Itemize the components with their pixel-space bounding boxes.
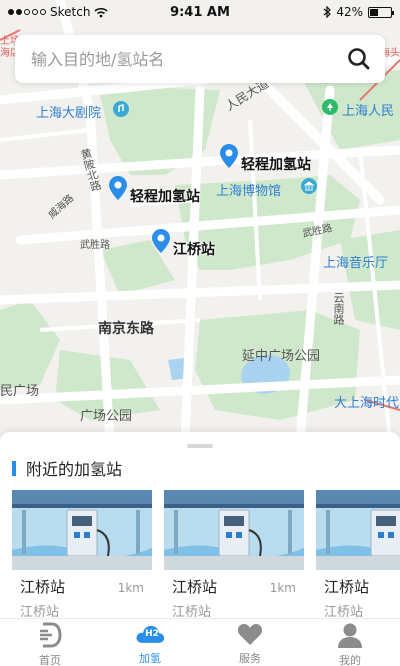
map-pin-icon bbox=[220, 144, 238, 168]
home-logo-icon bbox=[35, 622, 65, 648]
tab-bar: 首页 H2 加氢 服务 我的 bbox=[0, 618, 400, 666]
station-card[interactable]: 江桥站 1km 江桥站 bbox=[164, 490, 304, 618]
map-label-min-square: 民广场 bbox=[0, 384, 40, 399]
battery-icon bbox=[368, 6, 394, 18]
station-pin-label: 江桥站 bbox=[173, 242, 215, 258]
station-name: 江桥站 bbox=[172, 578, 218, 596]
station-photo bbox=[164, 490, 304, 570]
theatre-icon bbox=[113, 101, 129, 117]
station-card[interactable]: 江桥站 江桥站 bbox=[316, 490, 400, 618]
card-meta: 江桥站 1km bbox=[12, 570, 152, 597]
status-right: 42% bbox=[252, 5, 394, 19]
station-card[interactable]: 江桥站 1km 江桥站 bbox=[12, 490, 152, 618]
map-label-square-park: 广场公园 bbox=[80, 409, 133, 424]
station-name: 江桥站 bbox=[324, 578, 370, 596]
tab-label: 服务 bbox=[239, 652, 261, 665]
map-label-shanghai-museum: 上海博物馆 bbox=[216, 184, 282, 199]
search-bar[interactable] bbox=[15, 35, 385, 83]
title-accent-bar bbox=[12, 460, 16, 476]
status-left: Sketch bbox=[8, 5, 148, 19]
tab-service[interactable]: 服务 bbox=[200, 619, 300, 666]
station-pin-a[interactable]: 轻程加氢站 bbox=[220, 140, 311, 174]
carrier-name: Sketch bbox=[50, 5, 91, 19]
h2-cloud-icon: H2 bbox=[135, 622, 165, 646]
tab-label: 我的 bbox=[339, 654, 361, 666]
station-name: 江桥站 bbox=[20, 578, 66, 596]
h2-badge-text: H2 bbox=[145, 629, 159, 639]
station-address: 江桥站 bbox=[324, 605, 364, 618]
museum-icon bbox=[301, 178, 317, 194]
search-icon bbox=[348, 48, 370, 70]
user-icon bbox=[335, 622, 365, 648]
sheet-title: 附近的加氢站 bbox=[26, 460, 123, 479]
map-label-yanzhong-park: 延中广场公园 bbox=[242, 349, 321, 364]
map-label-shanghai-times: 大上海时代 bbox=[334, 396, 400, 411]
card-meta: 江桥站 bbox=[316, 570, 400, 597]
station-photo bbox=[12, 490, 152, 570]
tab-home[interactable]: 首页 bbox=[0, 619, 100, 666]
bluetooth-icon bbox=[323, 6, 332, 18]
station-card-list[interactable]: 江桥站 1km 江桥站 江桥站 1km 江桥站 江桥站 江桥站 bbox=[12, 490, 400, 618]
park-icon bbox=[322, 99, 338, 115]
map-label-shanghai-grand-theatre: 上海大剧院 bbox=[36, 106, 102, 121]
station-distance: 1km bbox=[269, 581, 296, 595]
station-address: 江桥站 bbox=[20, 605, 60, 618]
map-label-yunnan-road: 云南路 bbox=[332, 292, 345, 325]
map-label-shanghai-peoples: 上海人民 bbox=[342, 104, 395, 119]
map-pin-icon bbox=[152, 229, 170, 253]
map-label-nanjing-east-road: 南京东路 bbox=[98, 321, 154, 337]
station-pin-b[interactable]: 轻程加氢站 bbox=[109, 172, 200, 206]
heart-icon bbox=[235, 622, 265, 646]
battery-percent: 42% bbox=[336, 5, 363, 19]
tab-label: 加氢 bbox=[139, 652, 161, 665]
station-pin-label: 轻程加氢站 bbox=[130, 189, 200, 205]
search-button[interactable] bbox=[345, 45, 373, 73]
search-input[interactable] bbox=[31, 49, 345, 69]
card-meta: 江桥站 1km bbox=[164, 570, 304, 597]
wifi-icon bbox=[94, 7, 109, 17]
station-address: 江桥站 bbox=[172, 605, 212, 618]
map-pin-icon bbox=[109, 176, 127, 200]
station-distance: 1km bbox=[117, 581, 144, 595]
tab-label: 首页 bbox=[39, 654, 61, 666]
tab-profile[interactable]: 我的 bbox=[300, 619, 400, 666]
map-label-shanghai-concert-hall: 上海音乐厅 bbox=[323, 256, 389, 271]
battery-fill bbox=[370, 8, 379, 16]
nearby-stations-sheet[interactable]: 附近的加氢站 江桥站 1km 江桥站 江桥站 1km 江桥站 江桥站 江桥站 bbox=[0, 432, 400, 618]
sheet-drag-handle[interactable] bbox=[187, 444, 213, 448]
map-label-wusheng-road-left: 武胜路 bbox=[80, 240, 110, 251]
tab-hydrogen[interactable]: H2 加氢 bbox=[100, 619, 200, 666]
station-pin-label: 轻程加氢站 bbox=[241, 157, 311, 173]
sheet-header: 附近的加氢站 bbox=[12, 456, 122, 480]
station-pin-c[interactable]: 江桥站 bbox=[152, 225, 215, 259]
status-time: 9:41 AM bbox=[170, 4, 230, 20]
status-bar: Sketch 9:41 AM 42% bbox=[0, 0, 400, 24]
station-photo bbox=[316, 490, 400, 570]
signal-dots-icon bbox=[8, 9, 46, 15]
